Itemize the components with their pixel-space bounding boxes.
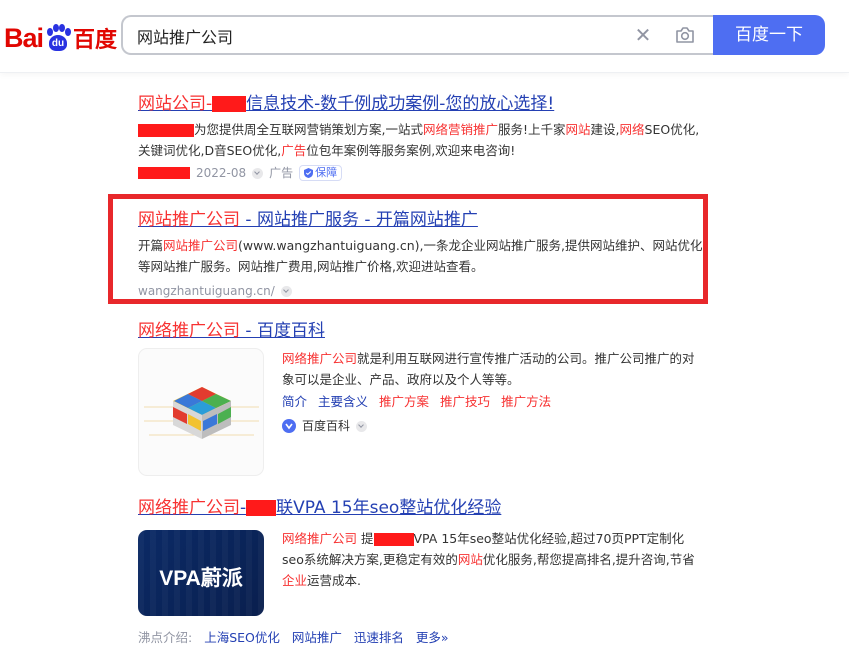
result-thumbnail[interactable]: VPA蔚派 xyxy=(138,530,264,616)
search-result-baike: 网络推广公司 - 百度百科 xyxy=(138,320,708,342)
redaction-block xyxy=(138,167,190,179)
baike-link[interactable]: 主要含义 xyxy=(318,392,368,412)
result-date: 2022-08 xyxy=(196,166,247,180)
result-meta: 2022-08 广告 保障 xyxy=(138,164,708,182)
baike-link[interactable]: 推广方案 xyxy=(379,392,429,412)
logo-text-cn: 百度 xyxy=(73,28,118,53)
bottom-link[interactable]: 迅速排名 xyxy=(354,628,404,648)
bottom-link[interactable]: 网站推广 xyxy=(292,628,342,648)
search-result: 网络推广公司- 联VPA 15年seo整站优化经验 xyxy=(138,497,708,519)
thumb-brand-text: VPA蔚派 xyxy=(159,567,243,590)
more-link[interactable]: 更多» xyxy=(416,628,449,648)
logo-text-latin: Bai xyxy=(4,22,44,53)
redaction-block xyxy=(138,124,194,137)
result-description: 网络推广公司就是利用互联网进行宣传推广活动的公司。推广公司推广的对象可以是企业、… xyxy=(282,351,695,387)
search-result: 网站推广公司 - 网站推广服务 - 开篇网站推广 开篇网站推广公司(www.wa… xyxy=(138,209,708,300)
search-result-ad: 网站公司- 信息技术-数千例成功案例-您的放心选择! 为您提供周全互联网营销策划方… xyxy=(138,93,708,182)
top-bar: Bai du 百度 ✕ 百度一下 xyxy=(0,0,849,73)
baike-link[interactable]: 简介 xyxy=(282,392,307,412)
baike-icon xyxy=(282,419,296,433)
result-description: 网络推广公司 提 VPA 15年seo整站优化经验,超过70页PPT定制化seo系… xyxy=(282,531,695,588)
chevron-down-icon[interactable] xyxy=(280,285,292,297)
shield-icon xyxy=(304,168,314,178)
search-input[interactable] xyxy=(135,24,619,48)
result-title[interactable]: 网站公司- 信息技术-数千例成功案例-您的放心选择! xyxy=(138,93,708,115)
guarantee-badge[interactable]: 保障 xyxy=(299,165,343,181)
result-description: 为您提供周全互联网营销策划方案,一站式网络营销推广服务!上千家网站建设,网络SE… xyxy=(138,122,700,158)
bottom-links-label: 沸点介绍: xyxy=(138,630,193,645)
result-description: 开篇网站推广公司(www.wangzhantuiguang.cn),一条龙企业网… xyxy=(138,238,703,274)
result-content: 网络推广公司 提 VPA 15年seo整站优化经验,超过70页PPT定制化seo系… xyxy=(282,528,702,591)
baike-link[interactable]: 推广技巧 xyxy=(440,392,490,412)
redaction-block xyxy=(246,500,277,516)
redaction-block xyxy=(212,96,247,112)
result-thumbnail[interactable] xyxy=(138,348,264,476)
close-icon[interactable]: ✕ xyxy=(633,25,653,45)
result-source: 百度百科 xyxy=(282,417,702,435)
result-title[interactable]: 网络推广公司- 联VPA 15年seo整站优化经验 xyxy=(138,497,708,519)
source-name[interactable]: 百度百科 xyxy=(302,417,350,435)
baike-content: 网络推广公司就是利用互联网进行宣传推广活动的公司。推广公司推广的对象可以是企业、… xyxy=(282,348,702,435)
paw-icon: du xyxy=(44,24,72,52)
baidu-logo[interactable]: Bai du 百度 xyxy=(4,22,117,54)
result-meta: wangzhantuiguang.cn/ xyxy=(138,282,708,300)
redaction-block xyxy=(373,533,414,546)
search-box: ✕ xyxy=(121,15,713,55)
ad-label: 广告 xyxy=(269,166,294,180)
camera-icon[interactable] xyxy=(675,27,695,43)
chevron-down-icon[interactable] xyxy=(356,420,368,432)
result-title[interactable]: 网络推广公司 - 百度百科 xyxy=(138,320,708,342)
baike-link[interactable]: 推广方法 xyxy=(501,392,551,412)
result-title[interactable]: 网站推广公司 - 网站推广服务 - 开篇网站推广 xyxy=(138,209,708,231)
result-url[interactable]: wangzhantuiguang.cn/ xyxy=(138,282,275,300)
result-bottom-links: 沸点介绍: 上海SEO优化 网站推广 迅速排名 更多» xyxy=(138,628,708,648)
baike-links: 简介 主要含义 推广方案 推广技巧 推广方法 xyxy=(282,392,702,412)
search-button[interactable]: 百度一下 xyxy=(713,15,825,55)
bottom-link[interactable]: 上海SEO优化 xyxy=(204,628,280,648)
chevron-down-icon[interactable] xyxy=(252,167,264,179)
